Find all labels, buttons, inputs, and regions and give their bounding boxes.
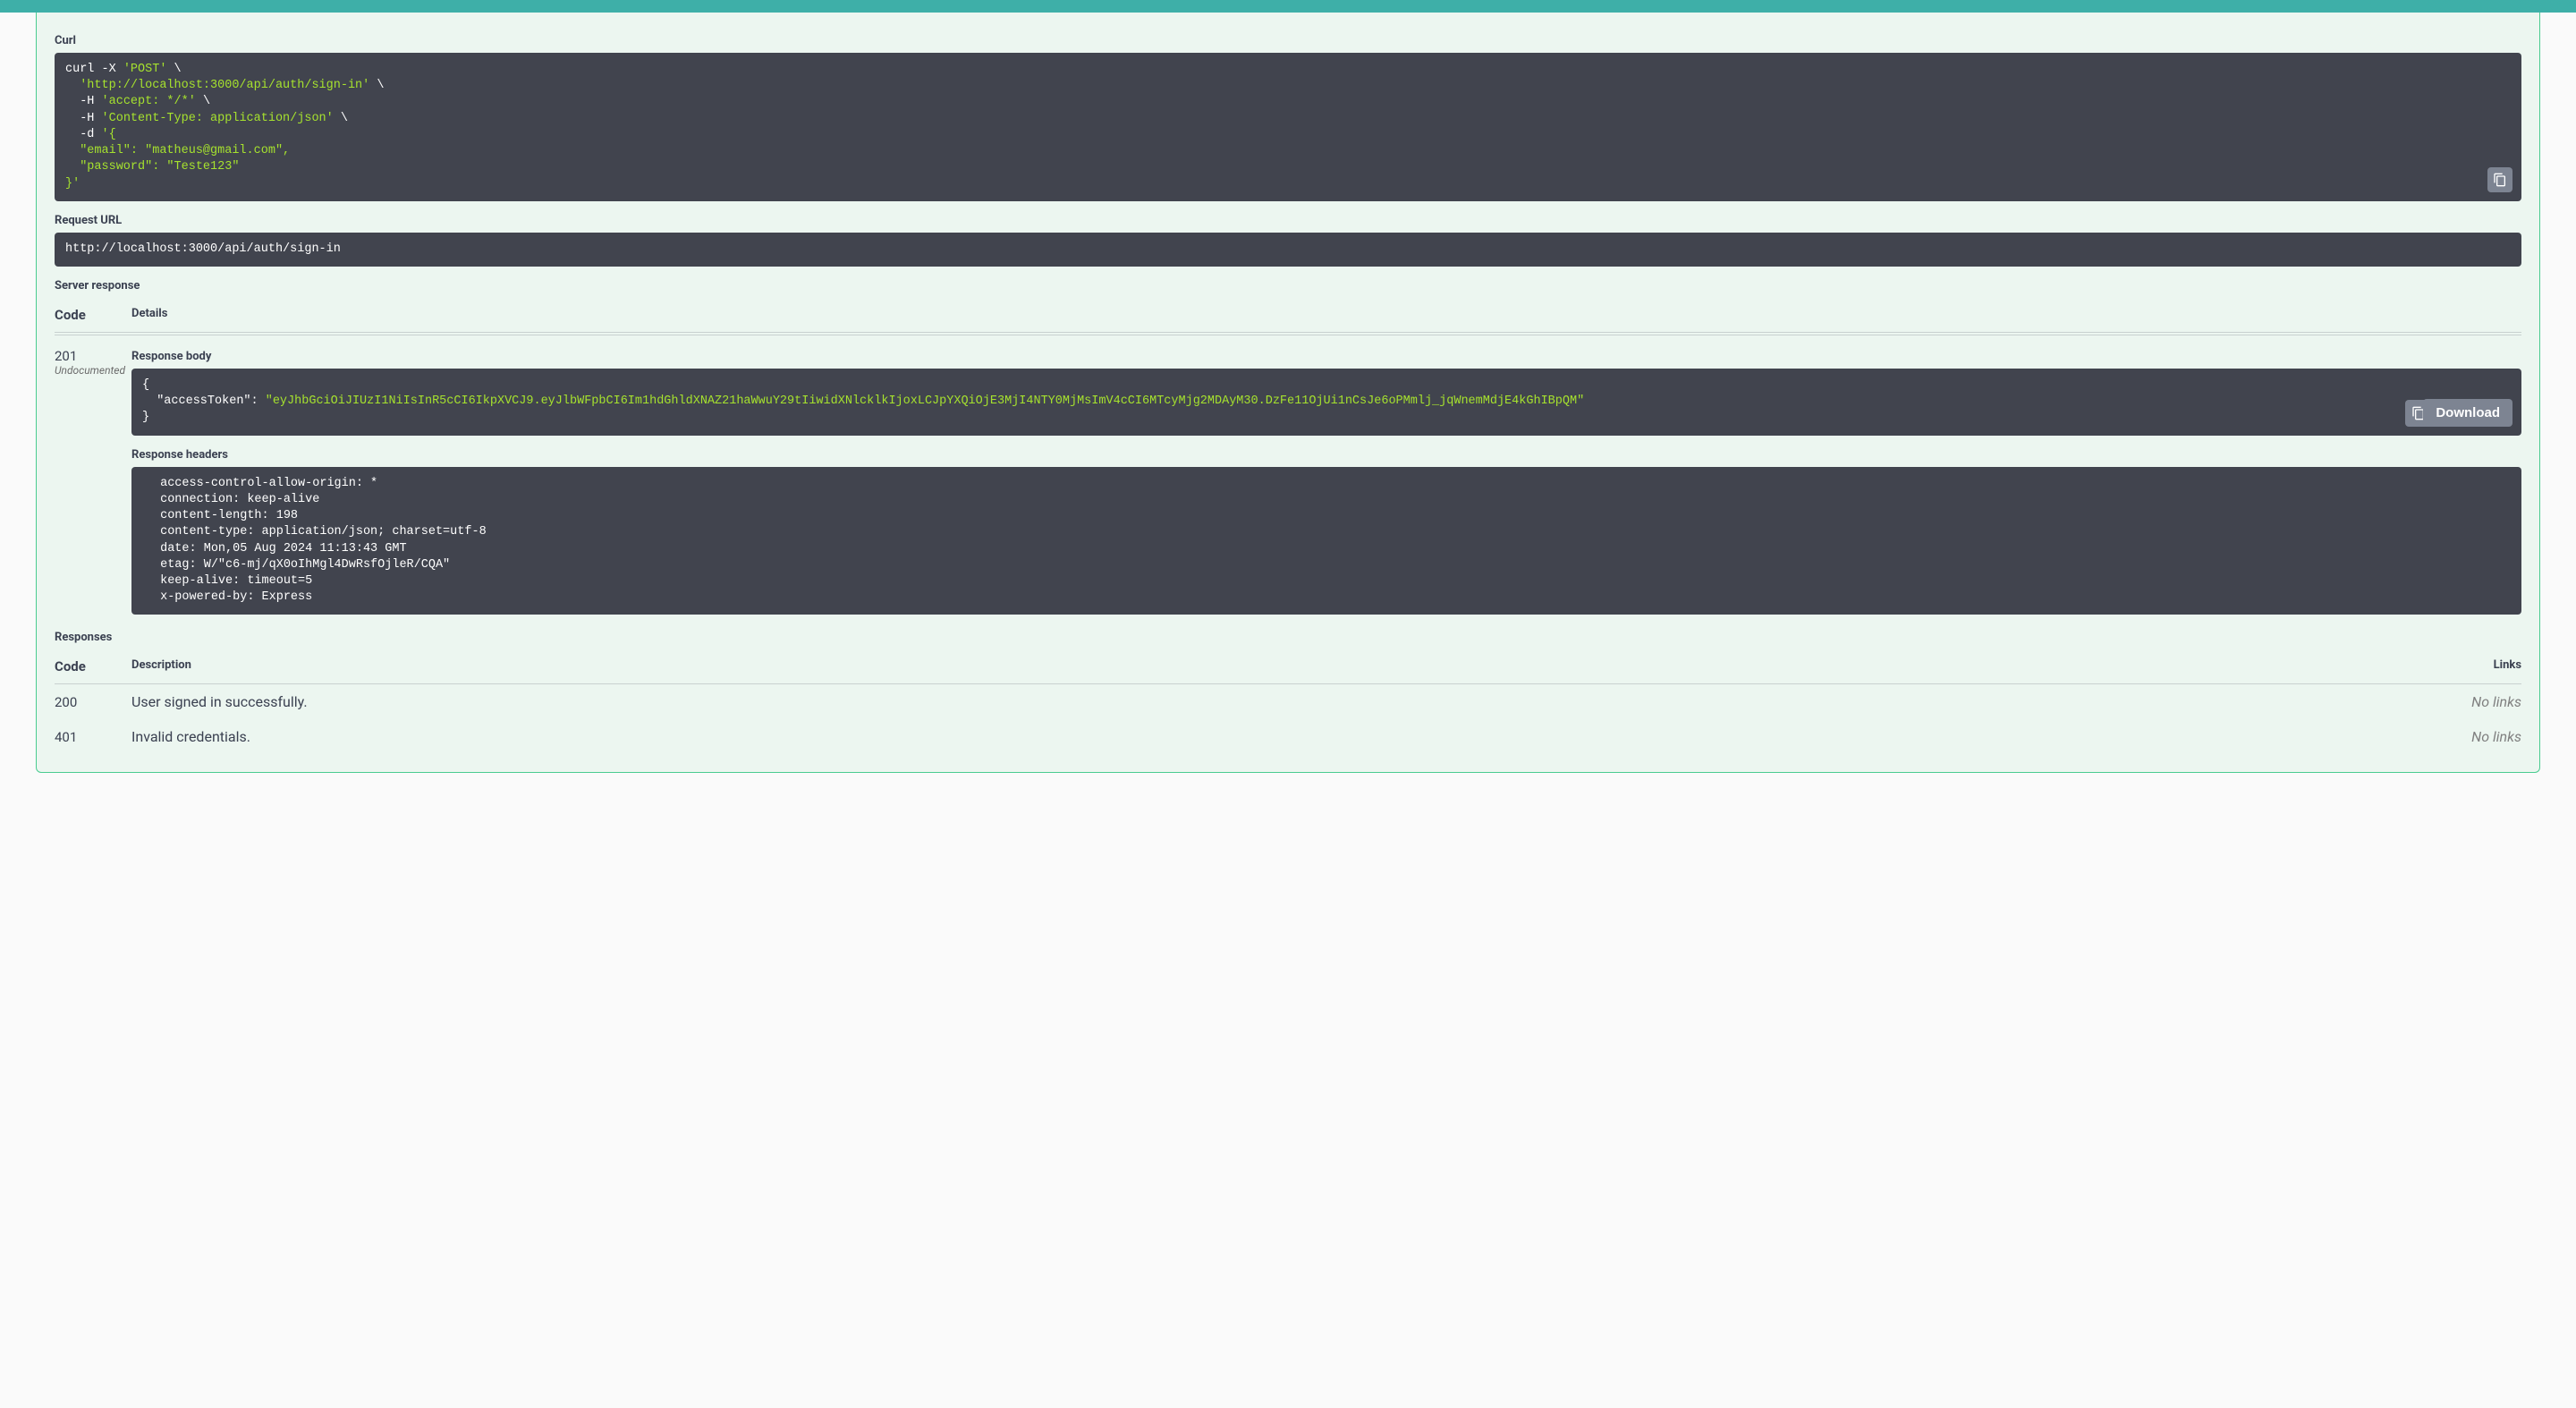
details-column-header: Details	[131, 307, 2521, 323]
server-response-header-row: Code Details	[55, 298, 2521, 333]
status-code: 201	[55, 348, 131, 364]
response-code: 200	[55, 694, 131, 710]
response-body-content: { "accessToken": "eyJhbGciOiJIUzI1NiIsIn…	[142, 377, 2511, 427]
request-url-block: http://localhost:3000/api/auth/sign-in	[55, 233, 2521, 267]
curl-block: curl -X 'POST' \ 'http://localhost:3000/…	[55, 53, 2521, 201]
response-body-label: Response body	[131, 350, 2521, 363]
server-response-row: 201 Undocumented Response body { "access…	[55, 335, 2521, 627]
response-headers-content: access-control-allow-origin: * connectio…	[142, 476, 2511, 606]
request-url-value: http://localhost:3000/api/auth/sign-in	[65, 242, 2511, 258]
operation-panel: Curl curl -X 'POST' \ 'http://localhost:…	[36, 13, 2540, 773]
response-description: Invalid credentials.	[131, 728, 2450, 745]
top-accent-bar	[0, 0, 2576, 13]
response-links: No links	[2450, 693, 2521, 710]
server-response-details-cell: Response body { "accessToken": "eyJhbGci…	[131, 341, 2521, 627]
response-body-block: { "accessToken": "eyJhbGciOiJIUzI1NiIsIn…	[131, 369, 2521, 436]
server-response-label: Server response	[55, 279, 2521, 293]
response-links: No links	[2450, 728, 2521, 745]
responses-header-row: Code Description Links	[55, 649, 2521, 684]
copy-curl-button[interactable]	[2487, 167, 2512, 192]
response-headers-label: Response headers	[131, 448, 2521, 462]
response-code: 401	[55, 729, 131, 745]
download-button[interactable]: Download	[2423, 399, 2512, 427]
code-column-header: Code	[55, 307, 131, 323]
curl-label: Curl	[55, 34, 2521, 47]
curl-content: curl -X 'POST' \ 'http://localhost:3000/…	[65, 62, 2511, 192]
response-description: User signed in successfully.	[131, 693, 2450, 710]
request-url-label: Request URL	[55, 214, 2521, 227]
responses-description-header: Description	[131, 658, 2450, 674]
responses-links-header: Links	[2450, 658, 2521, 674]
response-row: 401 Invalid credentials. No links	[55, 719, 2521, 754]
undocumented-label: Undocumented	[55, 364, 131, 377]
responses-label: Responses	[55, 631, 2521, 644]
server-response-code-cell: 201 Undocumented	[55, 341, 131, 377]
response-headers-block: access-control-allow-origin: * connectio…	[131, 467, 2521, 615]
response-row: 200 User signed in successfully. No link…	[55, 684, 2521, 719]
responses-code-header: Code	[55, 658, 131, 674]
clipboard-icon	[2493, 173, 2507, 187]
